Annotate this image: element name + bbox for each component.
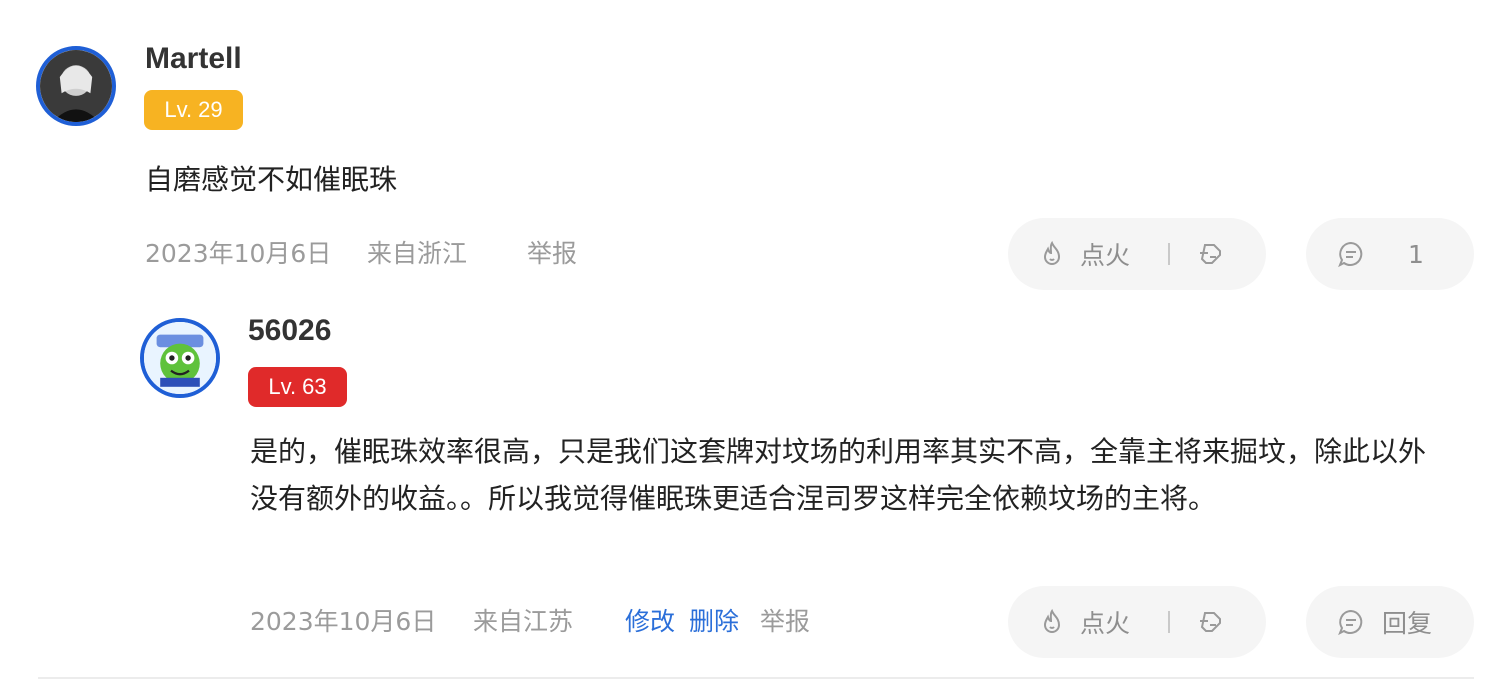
fire-button[interactable]: 点火 xyxy=(1038,236,1130,272)
avatar-56026[interactable] xyxy=(140,318,220,398)
comment-text: 自磨感觉不如催眠珠 xyxy=(145,163,398,196)
level-badge: Lv. 63 xyxy=(248,367,347,407)
reply-count-pill[interactable]: 1 xyxy=(1306,218,1474,290)
fire-icon xyxy=(1043,240,1061,265)
avatar-image xyxy=(40,50,112,122)
level-badge: Lv. 29 xyxy=(144,90,243,130)
avatar-image xyxy=(144,322,216,394)
report-link[interactable]: 举报 xyxy=(527,237,577,271)
comment-icon xyxy=(1338,609,1363,636)
comment-location: 来自浙江 xyxy=(367,239,468,268)
pill-divider xyxy=(1168,243,1171,265)
reply-location: 来自江苏 xyxy=(473,607,574,636)
reply-username[interactable]: 56026 xyxy=(248,316,331,346)
fire-icon xyxy=(1043,608,1061,633)
edit-link[interactable]: 修改 xyxy=(625,605,675,639)
fire-label: 点火 xyxy=(1080,609,1131,638)
avatar-martell[interactable] xyxy=(36,46,116,126)
delete-link[interactable]: 删除 xyxy=(689,605,739,639)
fire-pill: 点火 xyxy=(1008,586,1266,658)
fire-label: 点火 xyxy=(1080,241,1131,270)
comment-username[interactable]: Martell xyxy=(145,44,242,74)
fire-pill: 点火 xyxy=(1008,218,1266,290)
report-link[interactable]: 举报 xyxy=(760,605,810,639)
pill-divider xyxy=(1168,611,1171,633)
comment-date: 2023年10月6日 xyxy=(145,239,332,268)
extinguish-icon[interactable] xyxy=(1196,607,1226,637)
reply-count: 1 xyxy=(1408,239,1424,269)
reply-label: 回复 xyxy=(1382,609,1433,638)
section-divider xyxy=(38,677,1474,679)
extinguish-icon[interactable] xyxy=(1196,239,1226,269)
reply-text: 是的，催眠珠效率很高，只是我们这套牌对坟场的利用率其实不高，全靠主将来掘坟，除此… xyxy=(250,435,1427,515)
reply-button[interactable]: 回复 xyxy=(1306,586,1474,658)
fire-button[interactable]: 点火 xyxy=(1038,604,1130,640)
reply-date: 2023年10月6日 xyxy=(250,607,437,636)
comment-icon xyxy=(1338,241,1363,268)
